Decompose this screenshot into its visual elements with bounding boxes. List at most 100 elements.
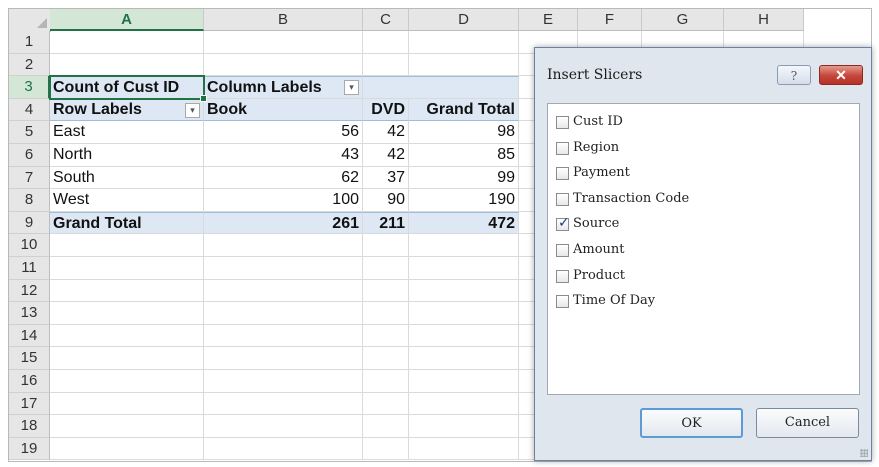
row-header-6[interactable]: 6: [9, 144, 50, 167]
row-header-15[interactable]: 15: [9, 347, 50, 370]
cell[interactable]: [363, 302, 409, 325]
cancel-button[interactable]: Cancel: [756, 408, 859, 438]
pivot-col-header[interactable]: DVD: [363, 98, 409, 122]
pivot-row-label[interactable]: South: [50, 166, 204, 190]
row-header-1[interactable]: 1: [9, 31, 50, 54]
cell[interactable]: [409, 415, 519, 438]
pivot-row-label[interactable]: East: [50, 121, 204, 144]
select-all-corner[interactable]: [9, 9, 51, 32]
row-header-4[interactable]: 4: [9, 98, 50, 122]
column-header-g[interactable]: G: [642, 9, 724, 31]
cell[interactable]: [409, 437, 519, 461]
checkbox[interactable]: [556, 167, 569, 181]
pivot-column-labels[interactable]: Column Labels: [204, 76, 363, 99]
cell[interactable]: [204, 324, 363, 348]
row-labels-filter-icon[interactable]: ▾: [185, 102, 200, 118]
cell[interactable]: [409, 279, 519, 303]
pivot-value[interactable]: 37: [363, 166, 409, 190]
column-header-f[interactable]: F: [578, 9, 642, 31]
row-header-13[interactable]: 13: [9, 302, 50, 325]
cell[interactable]: [50, 53, 204, 77]
row-header-18[interactable]: 18: [9, 415, 50, 438]
pivot-corner-label[interactable]: Count of Cust ID: [50, 76, 204, 99]
pivot-value[interactable]: 190: [409, 189, 519, 212]
close-button[interactable]: ✕: [819, 65, 863, 85]
cell[interactable]: [50, 347, 204, 370]
cell[interactable]: [204, 279, 363, 303]
pivot-col-header[interactable]: Grand Total: [409, 98, 519, 122]
cell[interactable]: [50, 302, 204, 325]
column-header-e[interactable]: E: [519, 9, 578, 31]
cell[interactable]: [204, 302, 363, 325]
column-labels-filter-icon[interactable]: ▾: [344, 80, 359, 96]
cell[interactable]: [204, 257, 363, 280]
cell[interactable]: [204, 31, 363, 54]
cell[interactable]: [204, 415, 363, 438]
row-header-5[interactable]: 5: [9, 121, 50, 144]
cell[interactable]: [50, 437, 204, 461]
checkbox[interactable]: [556, 244, 569, 257]
cell[interactable]: [409, 392, 519, 416]
row-header-11[interactable]: 11: [9, 257, 50, 280]
cell[interactable]: [204, 347, 363, 370]
cell[interactable]: [204, 53, 363, 77]
pivot-value[interactable]: 99: [409, 166, 519, 190]
row-header-9[interactable]: 9: [9, 211, 50, 235]
row-header-10[interactable]: 10: [9, 234, 50, 257]
checkbox[interactable]: ✓: [556, 215, 570, 232]
pivot-value[interactable]: 90: [363, 189, 409, 212]
cell[interactable]: [50, 31, 204, 54]
row-header-7[interactable]: 7: [9, 166, 50, 190]
cell[interactable]: [50, 234, 204, 257]
cell[interactable]: [409, 302, 519, 325]
cell[interactable]: [50, 324, 204, 348]
pivot-value[interactable]: 43: [204, 144, 363, 167]
cell[interactable]: [363, 370, 409, 393]
checkbox[interactable]: [556, 141, 569, 155]
row-header-19[interactable]: 19: [9, 437, 50, 461]
cell[interactable]: [363, 437, 409, 461]
cell[interactable]: [50, 415, 204, 438]
cell[interactable]: [50, 257, 204, 280]
cell[interactable]: [409, 31, 519, 54]
cell[interactable]: [363, 347, 409, 370]
cell[interactable]: [409, 347, 519, 370]
checkbox[interactable]: [556, 295, 569, 309]
cell[interactable]: [204, 437, 363, 461]
cell[interactable]: [50, 370, 204, 393]
checkbox[interactable]: [556, 116, 569, 129]
pivot-grand-total-value[interactable]: 261: [204, 211, 363, 235]
cell[interactable]: [204, 370, 363, 393]
row-header-17[interactable]: 17: [9, 392, 50, 416]
cell[interactable]: [363, 31, 409, 54]
resize-grip-icon[interactable]: [860, 449, 868, 457]
checkbox[interactable]: [556, 269, 569, 283]
cell[interactable]: [363, 415, 409, 438]
field-list[interactable]: Cust ID Region Payment Transaction Code ✓ Sou…: [547, 103, 860, 395]
cell[interactable]: [409, 53, 519, 77]
checkbox[interactable]: [556, 192, 569, 206]
pivot-value[interactable]: 42: [363, 121, 409, 144]
pivot-grand-total-value[interactable]: 472: [409, 211, 519, 235]
row-header-3[interactable]: 3: [9, 76, 50, 99]
pivot-grand-total-value[interactable]: 211: [363, 211, 409, 235]
cell[interactable]: [363, 234, 409, 257]
column-header-d[interactable]: D: [409, 9, 519, 31]
ok-button[interactable]: OK: [640, 408, 743, 438]
row-header-14[interactable]: 14: [9, 324, 50, 348]
cell[interactable]: [204, 234, 363, 257]
pivot-row-labels[interactable]: Row Labels: [50, 98, 204, 122]
pivot-row-label[interactable]: West: [50, 189, 204, 212]
cell[interactable]: [204, 392, 363, 416]
pivot-value[interactable]: 98: [409, 121, 519, 144]
column-header-a[interactable]: A: [50, 9, 204, 31]
column-header-h[interactable]: H: [724, 9, 804, 31]
cell[interactable]: [409, 257, 519, 280]
pivot-value[interactable]: 42: [363, 144, 409, 167]
help-button[interactable]: ?: [777, 65, 811, 85]
cell[interactable]: [363, 324, 409, 348]
pivot-col-header[interactable]: Book: [204, 98, 363, 122]
cell[interactable]: [409, 370, 519, 393]
pivot-row-label[interactable]: North: [50, 144, 204, 167]
pivot-band[interactable]: [363, 76, 519, 99]
